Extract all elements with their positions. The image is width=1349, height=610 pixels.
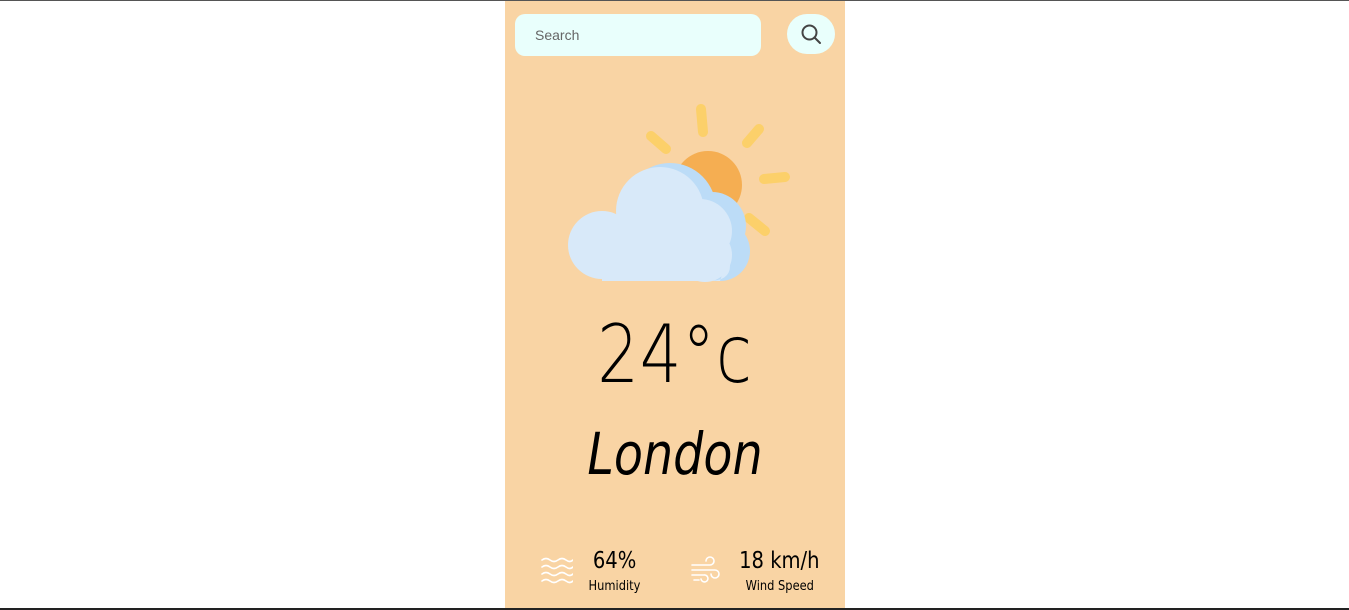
wind-label: Wind Speed xyxy=(745,579,814,594)
search-icon xyxy=(801,24,821,44)
humidity-icon xyxy=(541,557,573,584)
humidity-stat: 64% Humidity xyxy=(541,546,644,598)
partly-cloudy-icon xyxy=(568,104,790,282)
weather-card: 24°c London 64% Humidity 18 km/h xyxy=(505,1,845,608)
wind-stat: 18 km/h Wind Speed xyxy=(690,546,827,598)
humidity-label: Humidity xyxy=(588,579,641,594)
search-input[interactable] xyxy=(515,14,761,56)
temperature-value: 24°c xyxy=(597,308,753,401)
humidity-value: 64% xyxy=(592,548,637,574)
city-name: London xyxy=(587,420,763,488)
search-button[interactable] xyxy=(787,14,835,54)
wind-value: 18 km/h xyxy=(739,548,820,574)
wind-icon xyxy=(691,556,720,583)
